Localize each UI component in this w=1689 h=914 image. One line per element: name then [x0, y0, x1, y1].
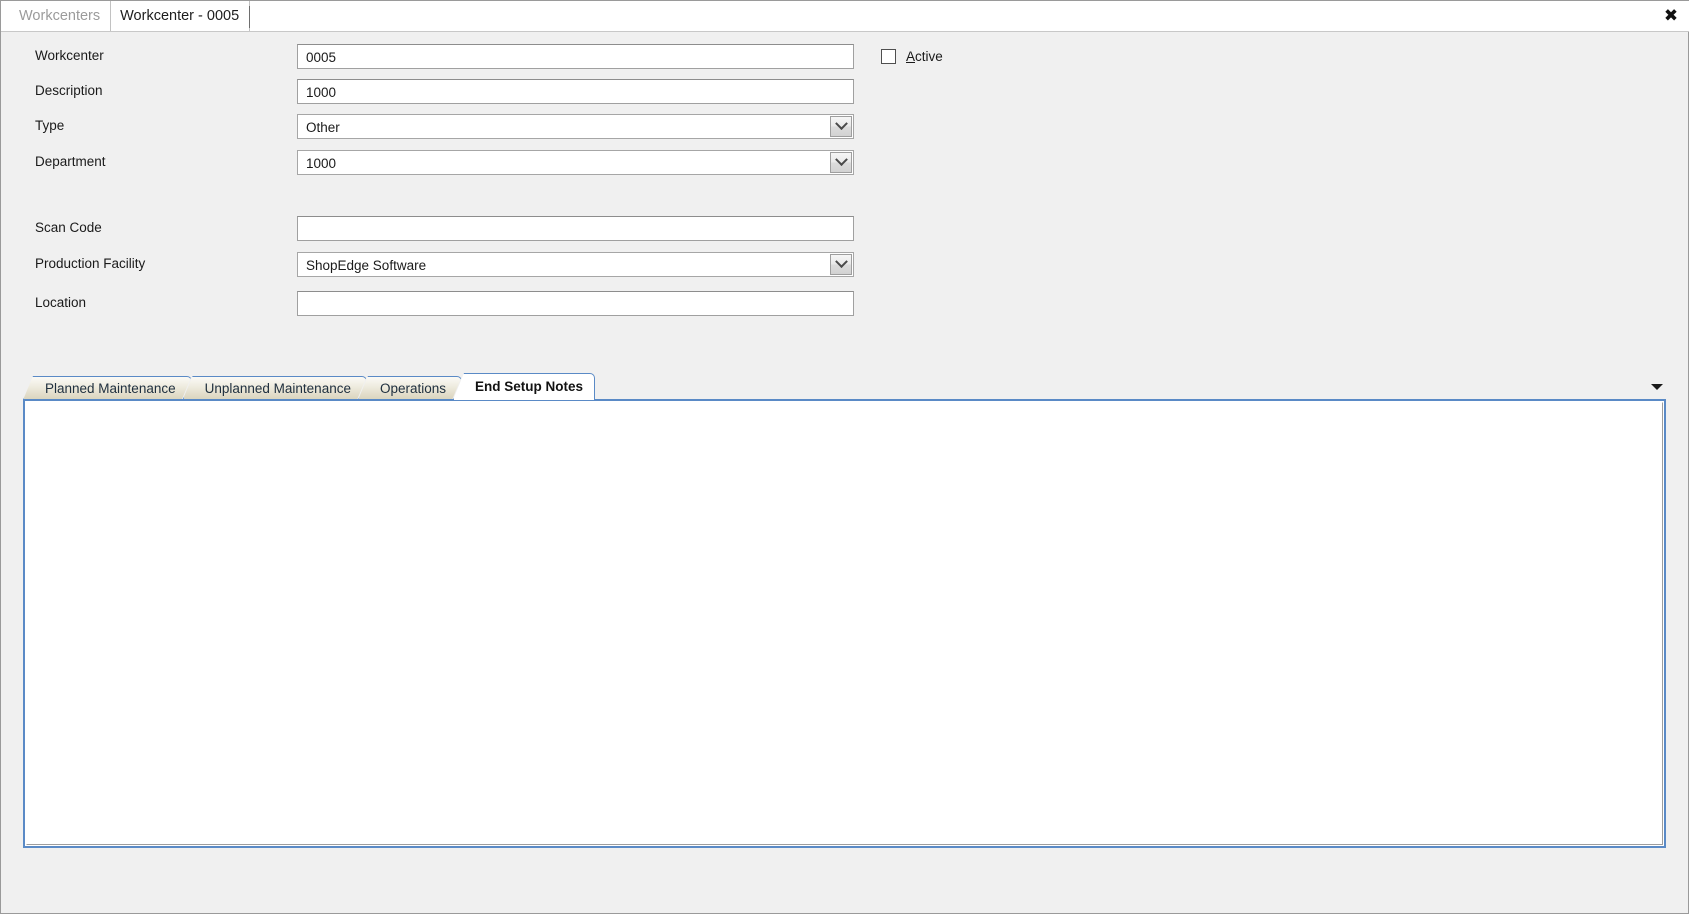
combo-type[interactable]: Other [297, 114, 854, 139]
document-tab-workcenter-0005[interactable]: Workcenter - 0005 [110, 1, 251, 31]
accel-letter: A [906, 49, 916, 64]
tab-label: Planned Maintenance [45, 380, 176, 396]
chevron-down-icon[interactable] [830, 152, 852, 173]
accel-rest: ctive [915, 49, 943, 64]
label-location: Location [35, 295, 87, 310]
label-workcenter: Workcenter [35, 48, 104, 63]
document-tab-strip: Workcenters Workcenter - 0005 ✖ [1, 1, 1689, 32]
label-production-facility: Production Facility [35, 256, 146, 271]
input-workcenter[interactable]: 0005 [297, 44, 854, 69]
field-row-type: Type Other [35, 114, 854, 140]
label-type: Type [35, 118, 65, 133]
checkbox-active[interactable]: Active [881, 49, 943, 64]
notes-textarea[interactable] [26, 402, 1663, 845]
input-location[interactable] [297, 291, 854, 316]
close-icon[interactable]: ✖ [1660, 5, 1682, 27]
label-description: Description [35, 83, 103, 98]
bottom-tab-row: Planned Maintenance Unplanned Maintenanc… [23, 372, 1666, 400]
document-tab-workcenters[interactable]: Workcenters [10, 1, 111, 31]
tab-end-setup-notes[interactable]: End Setup Notes [453, 373, 596, 400]
workcenter-window: Workcenters Workcenter - 0005 ✖ Workcent… [0, 0, 1689, 914]
form-area: Workcenter 0005 Description 1000 Type Ot… [1, 32, 1688, 913]
combo-department[interactable]: 1000 [297, 150, 854, 175]
tab-unplanned-maintenance[interactable]: Unplanned Maintenance [183, 376, 367, 400]
tab-label: End Setup Notes [475, 379, 584, 394]
field-row-scan-code: Scan Code [35, 216, 854, 242]
combo-production-facility[interactable]: ShopEdge Software [297, 252, 854, 277]
input-scan-code[interactable] [297, 216, 854, 241]
combo-production-facility-value: ShopEdge Software [298, 253, 830, 276]
field-row-department: Department 1000 [35, 150, 854, 176]
field-row-location: Location [35, 291, 854, 317]
triangle-glyph [1651, 384, 1663, 390]
field-row-description: Description 1000 [35, 79, 854, 105]
tab-panel-end-setup-notes [23, 399, 1666, 848]
combo-department-value: 1000 [298, 151, 830, 174]
chevron-down-icon[interactable] [1650, 380, 1664, 394]
chevron-down-icon[interactable] [830, 254, 852, 275]
input-description[interactable]: 1000 [297, 79, 854, 104]
label-scan-code: Scan Code [35, 220, 102, 235]
bottom-tab-control: Planned Maintenance Unplanned Maintenanc… [23, 372, 1666, 857]
tab-planned-maintenance[interactable]: Planned Maintenance [23, 376, 192, 400]
combo-type-value: Other [298, 115, 830, 138]
tab-label: Operations [379, 380, 447, 396]
field-row-production-facility: Production Facility ShopEdge Software [35, 252, 854, 278]
checkbox-active-label: Active [906, 49, 943, 64]
label-department: Department [35, 154, 106, 169]
tab-operations[interactable]: Operations [358, 376, 462, 400]
tab-label: Unplanned Maintenance [204, 380, 351, 396]
field-row-workcenter: Workcenter 0005 [35, 44, 854, 70]
chevron-down-icon[interactable] [830, 116, 852, 137]
checkbox-active-box[interactable] [881, 49, 896, 64]
